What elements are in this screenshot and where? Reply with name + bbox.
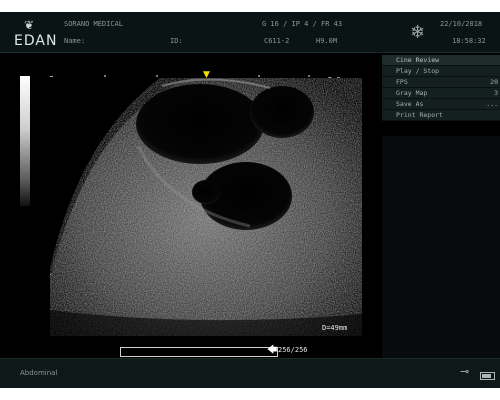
menu-item-label: Save As [396,100,424,108]
scale-dot [308,75,310,77]
menu-item-value: 20 [490,78,498,86]
cine-progress-bar[interactable] [120,347,278,357]
logo-leaf-icon: ❦ [24,18,35,32]
scale-dot [258,75,260,77]
battery-icon [480,372,495,380]
probe-icon: ⊸ [460,365,470,378]
menu-item-gray-map[interactable]: Gray Map 3 [382,88,500,99]
header-bar: ❦ EDAN SORANO MEDICAL Name: ID: G 16 / I… [0,12,500,53]
scale-dot [104,75,106,77]
patient-id-label: ID: [170,37,183,45]
menu-item-cine-review[interactable]: Cine Review [382,55,500,66]
menu-item-fps[interactable]: FPS 20 [382,77,500,88]
probe-frequency: H9.0M [316,37,338,45]
menu-item-label: Print Report [396,111,443,119]
exam-preset[interactable]: Abdominal [20,369,57,377]
logo-text: EDAN [14,33,58,49]
menu-item-value: 3 [494,89,498,97]
menu-item-label: FPS [396,78,408,86]
ultrasound-screen: ❦ EDAN SORANO MEDICAL Name: ID: G 16 / I… [0,12,500,388]
menu-item-label: Cine Review [396,56,440,64]
menu-item-label: Gray Map [396,89,428,97]
depth-bottom-label: D=49mm [322,324,348,332]
grayscale-bar [20,76,30,206]
cine-menu: Cine Review Play / Stop FPS 20 Gray Map … [382,55,500,135]
ultrasound-image [50,78,362,336]
edan-logo: ❦ EDAN [14,18,56,50]
menu-item-save-as[interactable]: Save As ... [382,99,500,110]
exam-date: 22/10/2018 [440,20,483,28]
side-panel-empty [382,136,500,360]
imaging-params: G 16 / IP 4 / FR 43 [262,20,343,28]
footer-bar: Abdominal ⊸ [0,358,500,388]
menu-item-play-stop[interactable]: Play / Stop [382,66,500,77]
menu-item-value: ... [486,100,498,108]
hospital-name: SORANO MEDICAL [64,20,124,28]
cine-frame-count: 256/256 [278,346,308,354]
exam-time: 18:58:32 [452,37,486,45]
probe-model: C611-2 [264,37,290,45]
patient-name-label: Name: [64,37,86,45]
depth-tick [50,76,53,77]
image-area: 🡄 -> ▼ D=0mm [0,54,380,360]
menu-item-label: Play / Stop [396,67,440,75]
snowflake-freeze-icon[interactable]: ❄ [410,22,425,43]
menu-item-print-report[interactable]: Print Report [382,110,500,121]
scale-dot [156,75,158,77]
